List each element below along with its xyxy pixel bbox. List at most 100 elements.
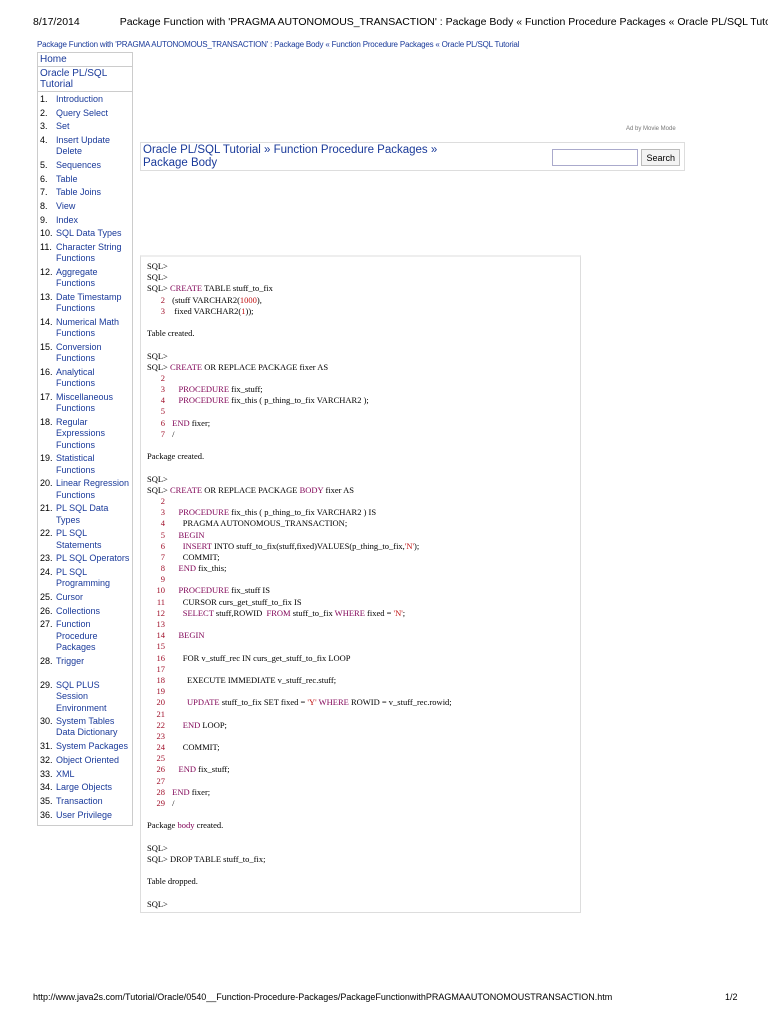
sidebar-item[interactable]: 32. Object Oriented bbox=[40, 755, 130, 766]
code-keyword: END bbox=[172, 786, 190, 797]
code-line: SQL> bbox=[147, 261, 574, 272]
sidebar-item[interactable]: 21. PL SQL Data Types bbox=[40, 503, 130, 526]
sidebar-item[interactable]: 30. System Tables Data Dictionary bbox=[40, 716, 130, 739]
sidebar-item-label[interactable]: Index bbox=[56, 215, 130, 226]
sidebar-item-label[interactable]: Conversion Functions bbox=[56, 342, 130, 365]
sidebar-item-label[interactable]: Set bbox=[56, 121, 130, 132]
search-input[interactable] bbox=[552, 149, 639, 166]
code-line: 20 UPDATE stuff_to_fix SET fixed = 'Y' W… bbox=[147, 697, 574, 708]
code-line: SQL> CREATE TABLE stuff_to_fix bbox=[147, 283, 574, 294]
sidebar-item[interactable]: 8. View bbox=[40, 201, 130, 212]
sidebar-item-label[interactable]: Statistical Functions bbox=[56, 453, 130, 476]
sidebar-item-label[interactable]: PL SQL Data Types bbox=[56, 503, 130, 526]
sidebar-home-link[interactable]: Home bbox=[38, 53, 132, 67]
sidebar-item[interactable]: 14. Numerical Math Functions bbox=[40, 317, 130, 340]
sidebar-item[interactable]: 34. Large Objects bbox=[40, 782, 130, 793]
sidebar-item[interactable]: 9. Index bbox=[40, 215, 130, 226]
sidebar-item[interactable]: 19. Statistical Functions bbox=[40, 453, 130, 476]
sidebar-item[interactable]: 15. Conversion Functions bbox=[40, 342, 130, 365]
sidebar-item-label[interactable]: Large Objects bbox=[56, 782, 130, 793]
sidebar-item-label[interactable]: Regular Expressions Functions bbox=[56, 417, 130, 451]
sidebar-item[interactable]: 4. Insert Update Delete bbox=[40, 135, 130, 158]
sidebar-item-number: 31. bbox=[40, 741, 53, 752]
sidebar-item[interactable]: 16. Analytical Functions bbox=[40, 367, 130, 390]
sidebar-item-label[interactable]: PL SQL Statements bbox=[56, 528, 130, 551]
sidebar-item[interactable]: 24. PL SQL Programming bbox=[40, 567, 130, 590]
code-line: 21 bbox=[147, 709, 574, 720]
sidebar-item[interactable]: 5. Sequences bbox=[40, 160, 130, 171]
code-literal: 1000 bbox=[239, 294, 257, 305]
code-line: 24 COMMIT; bbox=[147, 742, 574, 753]
sidebar-item-label[interactable]: Table Joins bbox=[56, 187, 130, 198]
sidebar-item[interactable]: 2. Query Select bbox=[40, 108, 130, 119]
sidebar-item-label[interactable]: Function Procedure Packages bbox=[56, 619, 130, 653]
sidebar-item-label[interactable]: PL SQL Programming bbox=[56, 567, 130, 590]
sidebar-item-label[interactable]: User Privilege bbox=[56, 810, 130, 821]
sidebar-item-label[interactable]: Character String Functions bbox=[56, 242, 130, 265]
sidebar-item[interactable]: 31. System Packages bbox=[40, 741, 130, 752]
sidebar-item-label[interactable]: Aggregate Functions bbox=[56, 267, 130, 290]
sidebar-item-number: 18. bbox=[40, 417, 53, 428]
sidebar-item[interactable]: 11. Character String Functions bbox=[40, 242, 130, 265]
sidebar-item[interactable]: 3. Set bbox=[40, 121, 130, 132]
sidebar-item-label[interactable]: Table bbox=[56, 174, 130, 185]
sidebar-item-label[interactable]: Insert Update Delete bbox=[56, 135, 130, 158]
sidebar-item[interactable]: 36. User Privilege bbox=[40, 810, 130, 821]
sidebar-item[interactable]: 10. SQL Data Types bbox=[40, 228, 130, 239]
sidebar-item-label[interactable]: SQL PLUS Session Environment bbox=[56, 680, 130, 714]
code-text: SQL> bbox=[147, 898, 168, 909]
line-number: 18 bbox=[156, 674, 166, 685]
line-number: 16 bbox=[156, 652, 166, 663]
sidebar-item[interactable]: 18. Regular Expressions Functions bbox=[40, 417, 130, 451]
sidebar-item-label[interactable]: Cursor bbox=[56, 592, 130, 603]
sidebar-item[interactable]: 33. XML bbox=[40, 769, 130, 780]
code-line: Table dropped. bbox=[147, 876, 574, 887]
sidebar-item-label[interactable]: Query Select bbox=[56, 108, 130, 119]
sidebar-item[interactable]: 28. Trigger bbox=[40, 656, 130, 667]
code-keyword: FROM bbox=[266, 607, 291, 618]
sidebar-item[interactable]: 27. Function Procedure Packages bbox=[40, 619, 130, 653]
sidebar-item-label[interactable]: System Packages bbox=[56, 741, 130, 752]
sidebar-item-label[interactable]: Sequences bbox=[56, 160, 130, 171]
line-number: 5 bbox=[160, 406, 165, 417]
sidebar-item[interactable]: 1. Introduction bbox=[40, 94, 130, 105]
sidebar-item-label[interactable]: System Tables Data Dictionary bbox=[56, 716, 130, 739]
sidebar-item-label[interactable]: PL SQL Operators bbox=[56, 553, 130, 564]
sidebar-item-label[interactable]: Date Timestamp Functions bbox=[56, 292, 130, 315]
sidebar-item-label[interactable]: Introduction bbox=[56, 94, 130, 105]
code-line: SQL> bbox=[147, 899, 574, 910]
sidebar-item-label[interactable]: Miscellaneous Functions bbox=[56, 392, 130, 415]
sidebar-item[interactable]: 29. SQL PLUS Session Environment bbox=[40, 680, 130, 714]
sidebar-item-number: 15. bbox=[40, 342, 53, 353]
sidebar-item[interactable]: 20. Linear Regression Functions bbox=[40, 478, 130, 501]
sidebar-item-label[interactable]: Object Oriented bbox=[56, 755, 130, 766]
sidebar-item-label[interactable]: SQL Data Types bbox=[56, 228, 130, 239]
sidebar-item[interactable]: 25. Cursor bbox=[40, 592, 130, 603]
breadcrumb[interactable]: Oracle PL/SQL Tutorial » Function Proced… bbox=[143, 144, 473, 170]
sidebar-item[interactable]: 6. Table bbox=[40, 174, 130, 185]
sidebar-item-label[interactable]: View bbox=[56, 201, 130, 212]
sidebar-section-link[interactable]: Oracle PL/SQL Tutorial bbox=[38, 67, 132, 92]
sidebar-item[interactable]: 12. Aggregate Functions bbox=[40, 267, 130, 290]
sidebar-item-label[interactable]: Trigger bbox=[56, 656, 130, 667]
sidebar-item[interactable]: 23. PL SQL Operators bbox=[40, 553, 130, 564]
page-title-link[interactable]: Package Function with 'PRAGMA AUTONOMOUS… bbox=[37, 40, 519, 49]
sidebar-item-label[interactable]: Numerical Math Functions bbox=[56, 317, 130, 340]
sidebar-item[interactable]: 22. PL SQL Statements bbox=[40, 528, 130, 551]
sidebar-item[interactable]: 17. Miscellaneous Functions bbox=[40, 392, 130, 415]
sidebar-item-number: 5. bbox=[40, 160, 48, 171]
sidebar-item-label[interactable]: Collections bbox=[56, 606, 130, 617]
sidebar-item[interactable]: 7. Table Joins bbox=[40, 187, 130, 198]
sidebar-item[interactable]: 35. Transaction bbox=[40, 796, 130, 807]
sidebar-item-label[interactable]: XML bbox=[56, 769, 130, 780]
code-line: 15 bbox=[147, 641, 574, 652]
search-button[interactable]: Search bbox=[641, 149, 680, 166]
sidebar-item-label[interactable]: Transaction bbox=[56, 796, 130, 807]
sidebar-item-number: 16. bbox=[40, 367, 53, 378]
sidebar-item[interactable]: 26. Collections bbox=[40, 606, 130, 617]
sidebar-item[interactable]: 13. Date Timestamp Functions bbox=[40, 292, 130, 315]
sidebar-item-label[interactable]: Analytical Functions bbox=[56, 367, 130, 390]
sidebar-item-label[interactable]: Linear Regression Functions bbox=[56, 478, 130, 501]
code-text: created. bbox=[194, 820, 224, 831]
